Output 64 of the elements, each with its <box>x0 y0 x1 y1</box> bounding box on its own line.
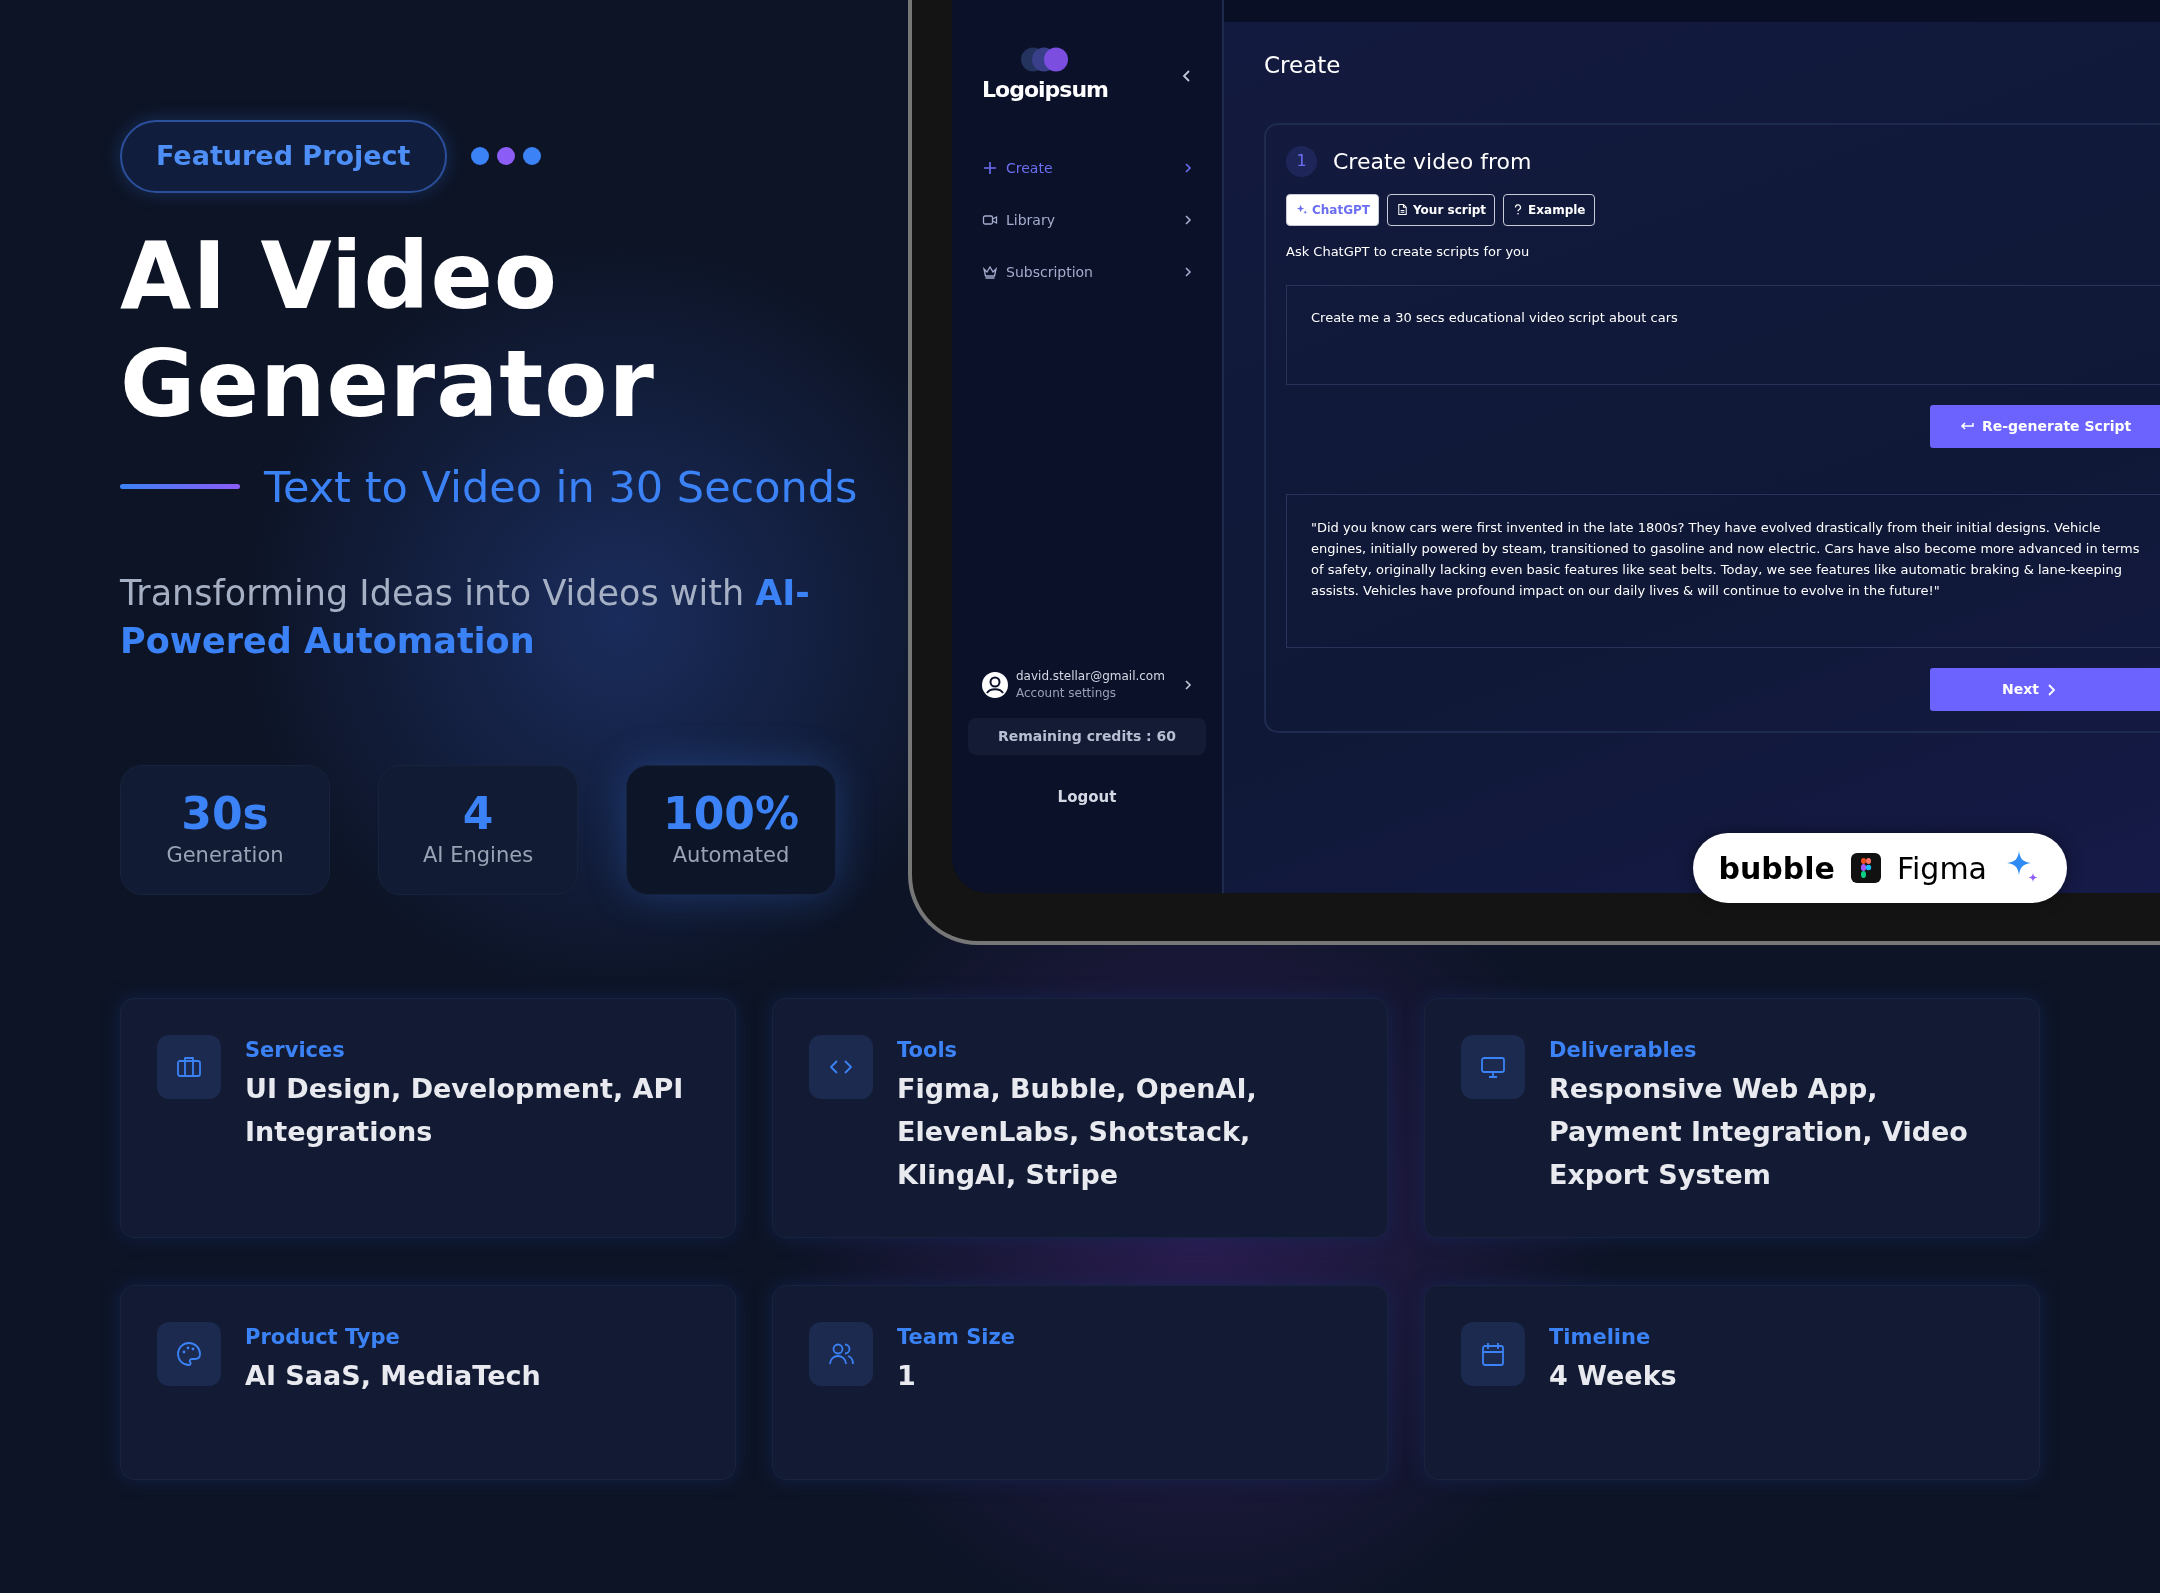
briefcase-icon <box>157 1035 221 1099</box>
source-tab[interactable]: Example <box>1503 193 1595 226</box>
account-settings-link[interactable]: Account settings <box>1016 685 1165 702</box>
sidebar-item[interactable]: Subscription <box>968 246 1206 298</box>
stat-label: AI Engines <box>421 842 535 869</box>
sidebar-item[interactable]: Library <box>968 194 1206 246</box>
avatar-icon <box>982 672 1008 698</box>
logout-link[interactable]: Logout <box>1057 788 1117 806</box>
script-field[interactable]: "Did you know cars were first invented in the late 1800s? They have evolved drastically from their initial designs. Vehicle engines, initially powered by steam, transitioned to gasoline and now electric. Cars have also become more advanced in terms of safety, originally lacking even basic features like seat belts. Today, we see features like automatic braking & lane-keeping assists. Vehicles have profound impact on our daily lives & will continue to evolve in the future!" <box>1286 494 2160 648</box>
plus-icon <box>982 160 998 176</box>
stat-label: Generation <box>165 842 285 869</box>
detail-value: Responsive Web App, Payment Integration, Video Export System <box>1549 1071 1969 1192</box>
detail-label: Tools <box>897 1037 959 1064</box>
detail-value: AI SaaS, MediaTech <box>245 1358 541 1393</box>
page-heading: Create <box>1264 51 1342 80</box>
prompt-field[interactable]: Create me a 30 secs educational video script about cars <box>1286 285 2160 385</box>
stat-label: Automated <box>671 842 791 869</box>
document-icon <box>1396 203 1409 216</box>
next-button[interactable]: Next <box>1930 668 2160 711</box>
detail-label: Timeline <box>1549 1324 1652 1351</box>
crown-icon <box>982 264 998 280</box>
detail-label: Team Size <box>897 1324 1015 1351</box>
chevron-right-icon <box>1184 162 1192 174</box>
featured-badge: Featured Project <box>120 120 447 193</box>
stat-value: 100% <box>662 788 800 840</box>
chevron-right-icon <box>1184 214 1192 226</box>
detail-value: UI Design, Development, API Integrations <box>245 1071 685 1149</box>
logo-icon <box>1020 46 1070 73</box>
detail-value: 4 Weeks <box>1549 1358 1677 1393</box>
monitor-icon <box>1461 1035 1525 1099</box>
users-icon <box>809 1322 873 1386</box>
detail-value: Figma, Bubble, OpenAI, ElevenLabs, Shotstack, KlingAI, Stripe <box>897 1071 1258 1192</box>
figma-logo-text: Figma <box>1896 849 1987 888</box>
subtitle: Text to Video in 30 Seconds <box>264 460 858 514</box>
regenerate-button[interactable]: Re-generate Script <box>1930 405 2160 448</box>
description: Transforming Ideas into Videos with AI-Powered Automation <box>120 572 811 663</box>
detail-label: Services <box>245 1037 346 1064</box>
sidebar-item[interactable]: Create <box>968 142 1206 194</box>
page-title: AI Video Generator <box>120 222 656 439</box>
code-icon <box>809 1035 873 1099</box>
stat-value: 30s <box>180 788 270 840</box>
account-email: david.stellar@gmail.com <box>1016 668 1165 685</box>
hint-text: Ask ChatGPT to create scripts for you <box>1286 242 1531 261</box>
sparkle-icon <box>1295 203 1308 216</box>
chevron-right-icon <box>1184 266 1192 278</box>
return-arrow-icon <box>1960 421 1974 432</box>
source-tab[interactable]: ChatGPT <box>1286 193 1379 226</box>
collapse-icon[interactable] <box>1182 69 1192 83</box>
stat-value: 4 <box>461 788 495 840</box>
video-camera-icon <box>982 212 998 228</box>
chevron-right-icon[interactable] <box>1184 679 1192 691</box>
detail-value: 1 <box>897 1358 917 1393</box>
credits-indicator: Remaining credits : 60 <box>968 718 1206 755</box>
palette-icon <box>157 1322 221 1386</box>
figma-icon <box>1850 853 1881 883</box>
logo-text: Logoipsum <box>982 76 1108 104</box>
step-number: 1 <box>1286 145 1317 177</box>
source-tab[interactable]: Your script <box>1387 193 1496 226</box>
detail-label: Deliverables <box>1549 1037 1698 1064</box>
detail-label: Product Type <box>245 1324 401 1351</box>
calendar-icon <box>1461 1322 1525 1386</box>
chevron-right-icon <box>2046 682 2056 697</box>
step-title: Create video from <box>1333 147 1532 176</box>
bubble-logo-text: bubble <box>1718 849 1835 888</box>
